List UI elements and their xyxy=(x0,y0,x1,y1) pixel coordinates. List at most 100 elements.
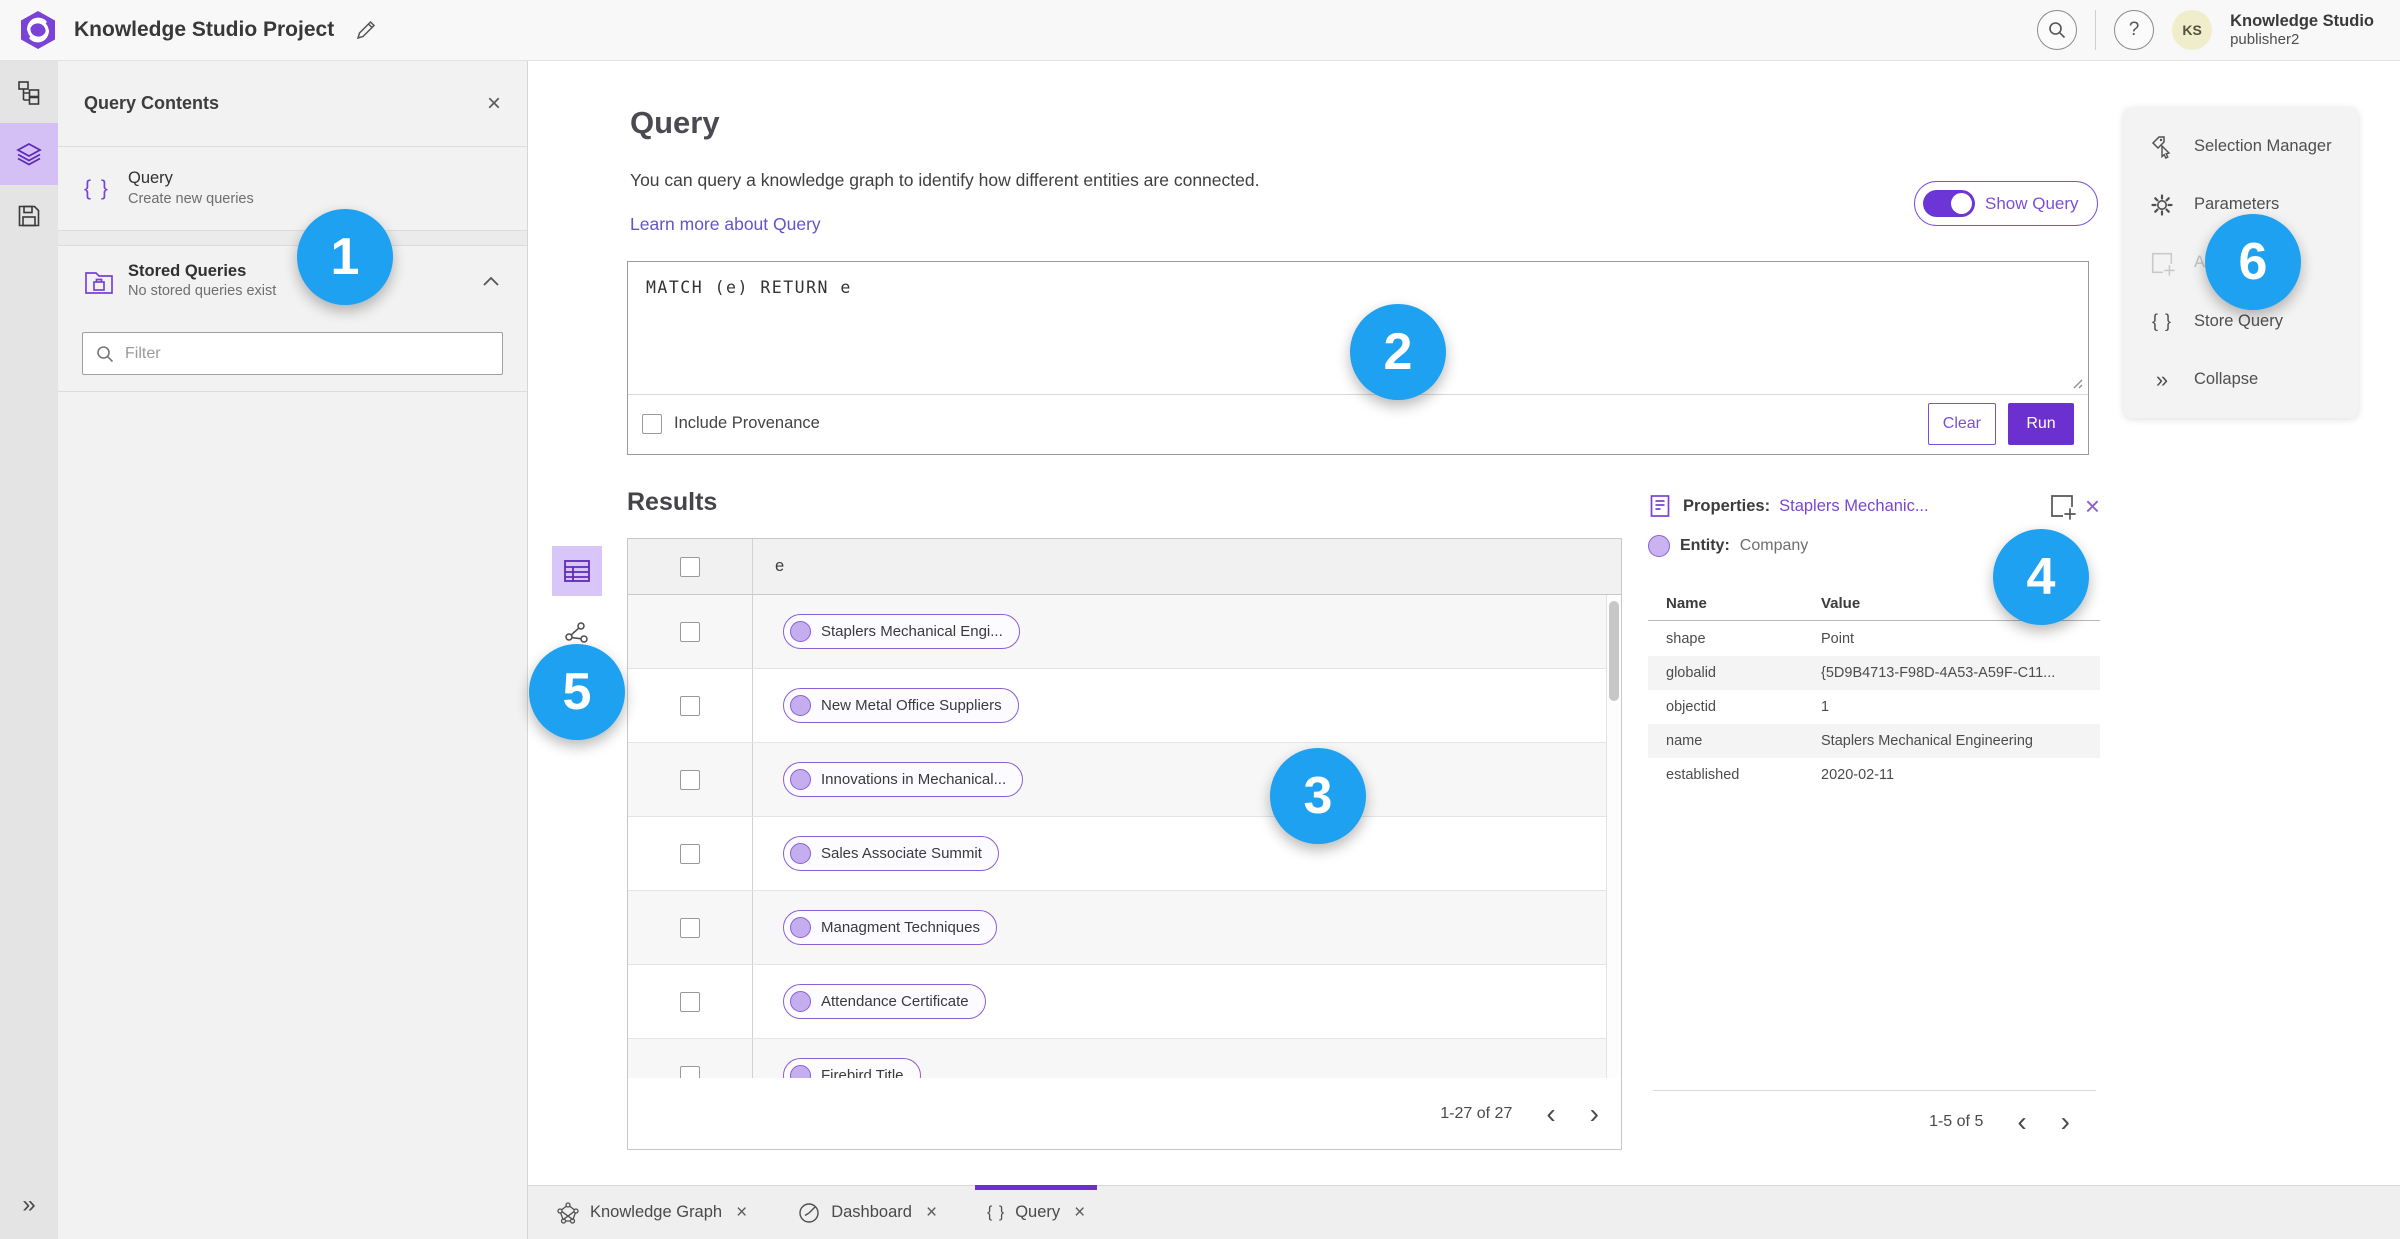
rail-layers-button[interactable] xyxy=(0,123,58,185)
stored-queries-label: Stored Queries xyxy=(128,261,247,280)
show-query-toggle[interactable]: Show Query xyxy=(1914,181,2098,226)
header-actions: ? KS Knowledge Studio publisher2 xyxy=(2037,10,2374,50)
table-row[interactable]: Managment Techniques xyxy=(628,891,1621,965)
property-name: established xyxy=(1666,767,1740,783)
data-model-icon xyxy=(18,81,40,105)
collapse-stored-queries-button[interactable] xyxy=(481,274,501,288)
entity-chip[interactable]: Attendance Certificate xyxy=(783,984,986,1019)
close-tab-icon[interactable]: × xyxy=(1074,1202,1085,1224)
row-checkbox[interactable] xyxy=(680,621,700,642)
results-title: Results xyxy=(627,488,718,516)
search-icon xyxy=(2049,22,2066,39)
row-checkbox[interactable] xyxy=(680,917,700,938)
entity-chip[interactable]: Sales Associate Summit xyxy=(783,836,999,871)
property-row: objectid 1 xyxy=(1648,690,2100,724)
name-column-header: Name xyxy=(1666,595,1707,612)
user-name: Knowledge Studio xyxy=(2230,11,2374,30)
entity-chip-label: Staplers Mechanical Engi... xyxy=(821,623,1003,640)
help-button[interactable]: ? xyxy=(2114,10,2155,50)
row-checkbox[interactable] xyxy=(680,695,700,716)
row-checkbox[interactable] xyxy=(680,843,700,864)
filter-input[interactable] xyxy=(125,344,490,363)
panel-gap xyxy=(58,231,527,246)
run-button[interactable]: Run xyxy=(2008,402,2074,445)
braces-icon: { } xyxy=(987,1203,1006,1221)
table-row[interactable]: Staplers Mechanical Engi... xyxy=(628,595,1621,669)
selection-manager-button[interactable]: Selection Manager xyxy=(2124,118,2358,174)
close-tab-icon[interactable]: × xyxy=(926,1202,937,1224)
entity-chip[interactable]: Staplers Mechanical Engi... xyxy=(783,614,1020,649)
results-table-view-button[interactable] xyxy=(552,546,602,596)
toggle-switch-on xyxy=(1923,190,1975,217)
knowledge-graph-icon xyxy=(557,1201,579,1224)
user-role: publisher2 xyxy=(2230,30,2300,48)
tab-knowledge-graph[interactable]: Knowledge Graph × xyxy=(544,1186,759,1239)
entity-chip[interactable]: Firebird Title xyxy=(783,1058,921,1078)
user-info[interactable]: Knowledge Studio publisher2 xyxy=(2230,12,2374,48)
rail-save-button[interactable] xyxy=(0,185,58,247)
table-row[interactable]: New Metal Office Suppliers xyxy=(628,669,1621,743)
entity-type-row: Entity: Company xyxy=(1648,535,1808,557)
entity-dot-icon xyxy=(790,991,811,1012)
scrollbar-thumb[interactable] xyxy=(1609,601,1619,701)
entity-dot-icon xyxy=(790,917,811,938)
rail-data-model-button[interactable] xyxy=(0,61,58,123)
store-query-label: Store Query xyxy=(2194,311,2283,330)
app-header: Knowledge Studio Project ? KS Knowledge … xyxy=(0,0,2400,61)
results-pagination: 1-27 of 27 ‹ › xyxy=(628,1078,1621,1149)
tab-dashboard[interactable]: Dashboard × xyxy=(785,1186,949,1239)
property-row: name Staplers Mechanical Engineering xyxy=(1648,724,2100,758)
user-avatar[interactable]: KS xyxy=(2172,10,2213,50)
panel-close-button[interactable]: × xyxy=(487,90,501,118)
properties-next-page-button[interactable]: › xyxy=(2061,1107,2070,1136)
entity-chip[interactable]: Managment Techniques xyxy=(783,910,997,945)
entity-value: Company xyxy=(1739,537,1809,554)
results-prev-page-button[interactable]: ‹ xyxy=(1546,1099,1555,1128)
table-row[interactable]: Sales Associate Summit xyxy=(628,817,1621,891)
contents-item-query[interactable]: { } Query Create new queries xyxy=(58,147,527,231)
close-tab-icon[interactable]: × xyxy=(736,1202,747,1224)
entity-chip-label: Innovations in Mechanical... xyxy=(821,771,1007,788)
table-row[interactable]: Firebird Title xyxy=(628,1039,1621,1078)
tab-label: Dashboard xyxy=(831,1203,912,1221)
resize-handle-icon[interactable] xyxy=(2070,376,2084,390)
property-value: 2020-02-11 xyxy=(1821,767,1895,783)
collapse-menu-button[interactable]: » Collapse xyxy=(2124,352,2358,408)
learn-more-link[interactable]: Learn more about Query xyxy=(630,214,821,235)
property-name: shape xyxy=(1666,631,1706,647)
select-all-checkbox[interactable] xyxy=(680,556,700,577)
entity-dot-icon xyxy=(790,1065,811,1078)
tab-query-active[interactable]: { } Query × xyxy=(975,1185,1098,1239)
bottom-tab-bar: Knowledge Graph × Dashboard × { } Query … xyxy=(528,1185,2400,1239)
contents-item-query-label: Query xyxy=(128,169,173,188)
project-title: Knowledge Studio Project xyxy=(74,18,335,41)
property-value: 1 xyxy=(1821,699,1830,715)
include-provenance-checkbox[interactable] xyxy=(642,413,662,434)
entity-chip[interactable]: Innovations in Mechanical... xyxy=(783,762,1024,797)
properties-close-button[interactable]: × xyxy=(2085,493,2100,519)
results-next-page-button[interactable]: › xyxy=(1590,1099,1599,1128)
properties-entity-link[interactable]: Staplers Mechanic... xyxy=(1779,497,1928,516)
properties-pagination: 1-5 of 5 ‹ › xyxy=(1653,1090,2096,1152)
table-row[interactable]: Attendance Certificate xyxy=(628,965,1621,1039)
search-button[interactable] xyxy=(2037,10,2078,50)
row-checkbox[interactable] xyxy=(680,769,700,790)
property-row: established 2020-02-11 xyxy=(1648,758,2100,792)
expand-rail-button[interactable]: » xyxy=(0,1185,58,1225)
editor-footer: Include Provenance Clear Run xyxy=(628,393,2088,454)
clear-button[interactable]: Clear xyxy=(1927,402,1996,445)
results-scrollbar[interactable] xyxy=(1606,595,1621,1078)
table-row[interactable]: Innovations in Mechanical... xyxy=(628,743,1621,817)
panel-title: Query Contents xyxy=(84,93,220,113)
edit-title-pencil-icon[interactable] xyxy=(354,18,378,42)
property-row: shape Point xyxy=(1648,622,2100,656)
row-checkbox[interactable] xyxy=(680,991,700,1012)
add-to-map-icon[interactable] xyxy=(2048,492,2076,520)
entity-dot-icon xyxy=(790,621,811,642)
properties-prev-page-button[interactable]: ‹ xyxy=(2017,1107,2026,1136)
property-value: Point xyxy=(1821,631,1855,647)
contents-item-stored-queries[interactable]: Stored Queries No stored queries exist xyxy=(58,246,527,316)
property-value: {5D9B4713-F98D-4A53-A59F-C11... xyxy=(1821,665,2056,681)
entity-chip[interactable]: New Metal Office Suppliers xyxy=(783,688,1019,723)
row-checkbox[interactable] xyxy=(680,1065,700,1078)
